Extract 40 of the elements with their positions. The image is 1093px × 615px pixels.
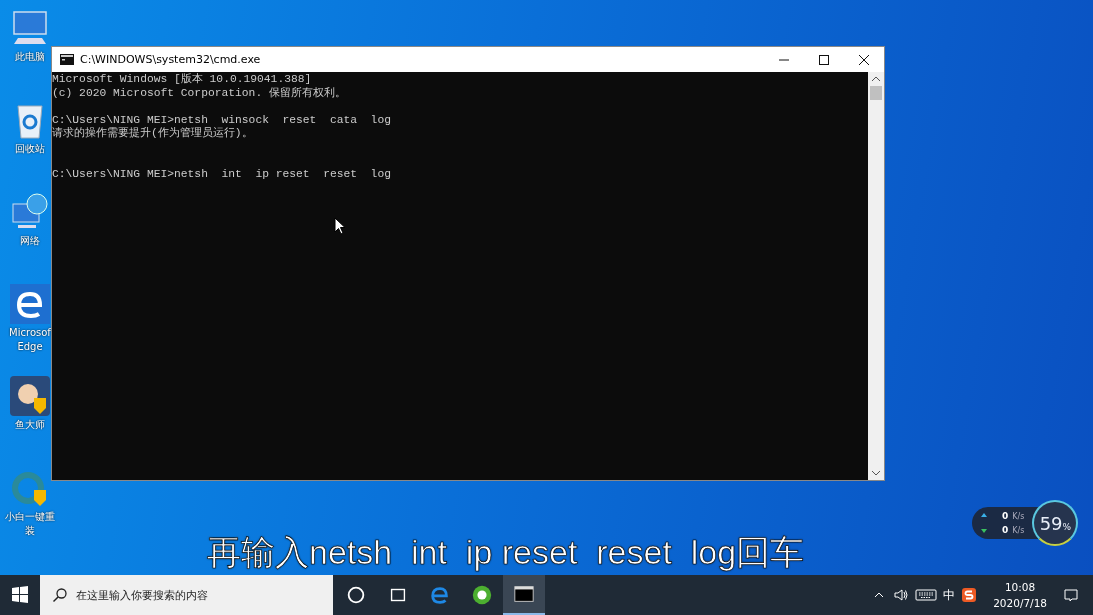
- console-line: Microsoft Windows [版本 10.0.19041.388]: [52, 73, 313, 87]
- search-field[interactable]: 在这里输入你要搜索的内容: [40, 575, 333, 615]
- edge-e-icon: [429, 584, 451, 606]
- edge-e-icon[interactable]: [10, 284, 50, 324]
- desktop-icon-label[interactable]: 此电脑: [15, 50, 45, 64]
- speed-unit: K/s: [1012, 525, 1025, 535]
- console-icon: [513, 583, 535, 605]
- desktop-icon-label[interactable]: 鱼大师: [15, 418, 45, 432]
- speaker-icon[interactable]: [893, 587, 910, 603]
- up-arrow-icon: [980, 512, 988, 520]
- ring-icon: [345, 584, 367, 606]
- upload-speed: 0: [1002, 511, 1009, 521]
- usage-percent: 59: [1039, 513, 1063, 534]
- search-icon: [52, 587, 68, 603]
- console-line: C:\Users\NING MEI>netsh winsock reset cata log: [52, 113, 392, 127]
- desktop-icon-label[interactable]: 网络: [20, 234, 40, 248]
- video-subtitle: 再输入netsh int ip reset reset log回车: [207, 532, 805, 573]
- keyboard-icon[interactable]: [915, 588, 938, 602]
- console-line: 请求的操作需要提升(作为管理员运行)。: [52, 127, 254, 141]
- console-line: C:\Users\NING MEI>netsh int ip reset reset log: [52, 167, 392, 182]
- console-taskbar-button[interactable]: [503, 575, 545, 615]
- network-speed-widget[interactable]: 0 K/s 0 K/s 59%: [972, 500, 1079, 546]
- notification-icon[interactable]: [1063, 587, 1079, 603]
- console-line: (c) 2020 Microsoft Corporation. 保留所有权利。: [52, 86, 347, 101]
- percent-sign: %: [1062, 522, 1072, 532]
- sogou-s-icon[interactable]: [961, 587, 978, 603]
- mouse-cursor-icon: [334, 217, 346, 235]
- scroll-thumb[interactable]: [870, 86, 882, 100]
- scrollbar[interactable]: [868, 72, 884, 480]
- cartoon-shield-icon[interactable]: [10, 376, 50, 416]
- speed-unit: K/s: [1012, 511, 1025, 521]
- desktop-icon-label[interactable]: 回收站: [15, 142, 45, 156]
- desktop-icon-label[interactable]: 小白一键重 装: [5, 510, 55, 538]
- taskbar-clock[interactable]: 10:08 2020/7/18: [993, 579, 1047, 611]
- console-icon: [60, 54, 74, 65]
- download-speed: 0: [1002, 525, 1009, 535]
- input-method-indicator[interactable]: 中: [943, 586, 956, 604]
- window-title: C:\WINDOWS\system32\cmd.exe: [80, 53, 261, 66]
- desktop-icon-label[interactable]: Microsof Edge: [9, 326, 51, 354]
- down-arrow-icon: [980, 526, 988, 534]
